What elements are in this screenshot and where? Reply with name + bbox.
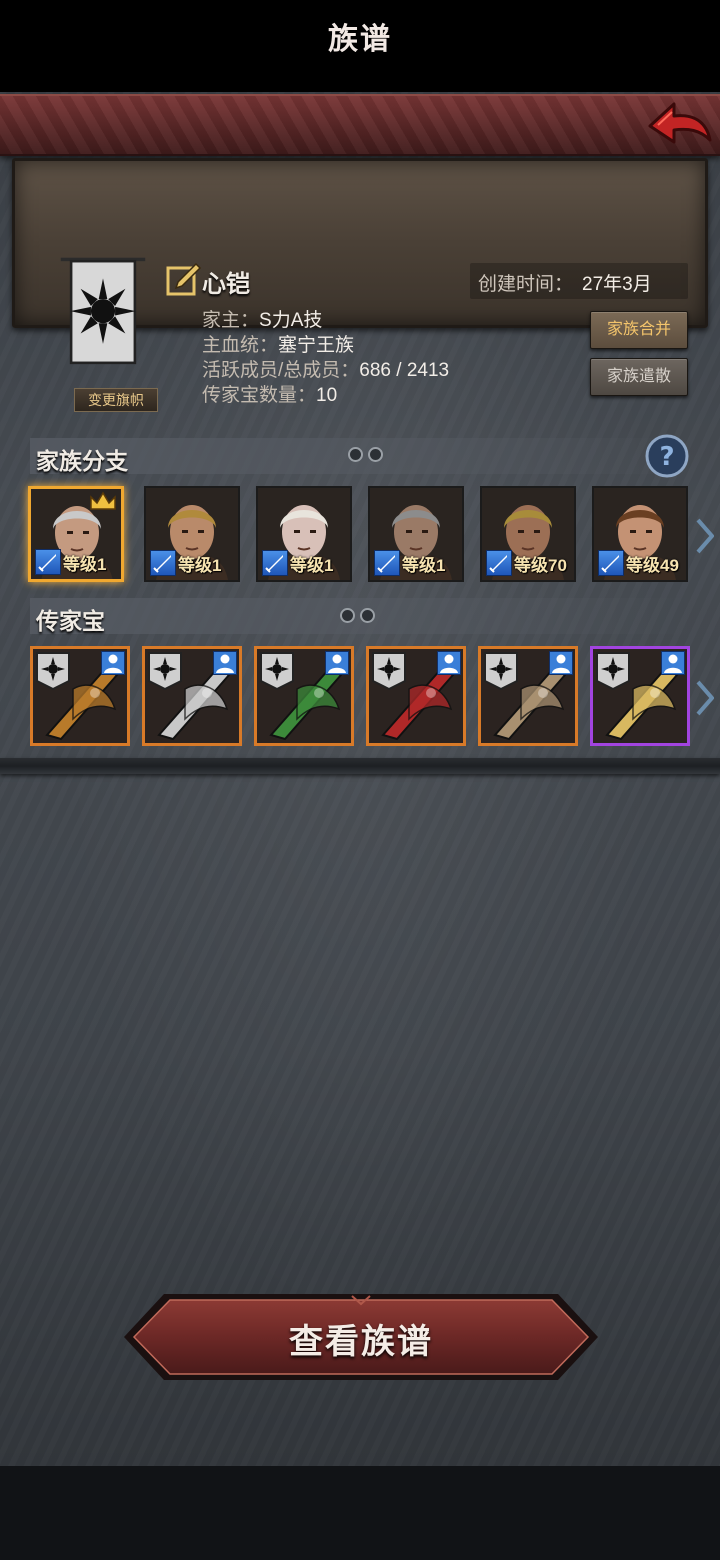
branch-member-card[interactable]: 等级1 xyxy=(144,486,240,582)
person-icon xyxy=(325,651,349,675)
family-banner-badge-icon xyxy=(596,652,630,691)
bloodline-value: 塞宁王族 xyxy=(278,335,355,356)
sword-icon xyxy=(374,550,400,576)
branch-member-card[interactable]: 等级1 xyxy=(28,486,124,582)
svg-text:?: ? xyxy=(659,442,674,472)
view-family-tree-button[interactable] xyxy=(120,1290,602,1384)
family-banner-badge-icon xyxy=(148,652,182,691)
page-dot xyxy=(348,447,363,462)
member-level-label: 等级70 xyxy=(514,556,567,575)
section-divider xyxy=(0,758,720,774)
sword-icon xyxy=(598,550,624,576)
page-dot xyxy=(340,608,355,623)
person-icon xyxy=(661,651,685,675)
members-value: 686 / 2413 xyxy=(359,360,450,381)
family-banner-badge-icon xyxy=(484,652,518,691)
branches-page-dots xyxy=(348,447,388,463)
page-dot xyxy=(368,447,383,462)
person-icon xyxy=(101,651,125,675)
bloodline-row: 主血统：塞宁王族 xyxy=(202,330,354,357)
person-icon xyxy=(437,651,461,675)
heirlooms-title: 传家宝 xyxy=(36,608,105,634)
sword-icon xyxy=(35,549,61,575)
branch-member-card[interactable]: 等级1 xyxy=(256,486,352,582)
heirloom-card[interactable] xyxy=(478,646,578,746)
branches-scroll-right-icon[interactable] xyxy=(696,518,714,554)
sword-icon xyxy=(486,550,512,576)
heirloom-card[interactable] xyxy=(590,646,690,746)
member-level-label: 等级49 xyxy=(626,556,679,575)
branch-member-card[interactable]: 等级49 xyxy=(592,486,688,582)
change-banner-button[interactable]: 变更旗帜 xyxy=(74,388,158,412)
branch-member-card[interactable]: 等级1 xyxy=(368,486,464,582)
navigation-bar-area xyxy=(0,1466,720,1560)
heirloom-count-label: 传家宝数量： xyxy=(202,385,317,406)
family-banner-badge-icon xyxy=(260,652,294,691)
family-banner-badge-icon xyxy=(36,652,70,691)
heirloom-count-row: 传家宝数量：10 xyxy=(202,380,337,407)
family-head-value: S力A技 xyxy=(259,310,323,331)
members-label: 活跃成员/总成员： xyxy=(202,360,360,381)
heirloom-card[interactable] xyxy=(30,646,130,746)
heirloom-card[interactable] xyxy=(254,646,354,746)
back-arrow-icon[interactable] xyxy=(644,96,714,154)
branches-title: 家族分支 xyxy=(36,448,128,474)
sword-icon xyxy=(150,550,176,576)
crown-icon xyxy=(90,491,116,510)
merge-family-button[interactable]: 家族合并 xyxy=(590,311,688,349)
page-title: 族谱 xyxy=(328,23,392,56)
family-head-label: 家主： xyxy=(202,310,260,331)
member-level-label: 等级1 xyxy=(402,556,446,575)
heirloom-card[interactable] xyxy=(366,646,466,746)
heirlooms-page-dots xyxy=(340,608,380,624)
member-level-label: 等级1 xyxy=(63,555,107,574)
edit-name-icon[interactable] xyxy=(166,262,202,298)
heirlooms-scroll-right-icon[interactable] xyxy=(696,680,714,716)
created-time-label: 创建时间： xyxy=(478,274,574,295)
family-banner-icon[interactable] xyxy=(54,256,152,368)
title-banner xyxy=(0,94,720,156)
branch-member-card[interactable]: 等级70 xyxy=(480,486,576,582)
sword-icon xyxy=(262,550,288,576)
created-time-value: 27年3月 xyxy=(582,274,652,295)
person-icon xyxy=(213,651,237,675)
members-row: 活跃成员/总成员：686 / 2413 xyxy=(202,355,449,382)
person-icon xyxy=(549,651,573,675)
heirloom-count-value: 10 xyxy=(316,385,338,406)
member-level-label: 等级1 xyxy=(178,556,222,575)
help-icon[interactable]: ? xyxy=(645,434,689,478)
bloodline-label: 主血统： xyxy=(202,335,279,356)
disband-family-button[interactable]: 家族遣散 xyxy=(590,358,688,396)
heirloom-card[interactable] xyxy=(142,646,242,746)
family-name: 心铠 xyxy=(202,271,250,298)
family-banner-badge-icon xyxy=(372,652,406,691)
page-dot xyxy=(360,608,375,623)
family-head-row: 家主：S力A技 xyxy=(202,305,322,332)
member-level-label: 等级1 xyxy=(290,556,334,575)
